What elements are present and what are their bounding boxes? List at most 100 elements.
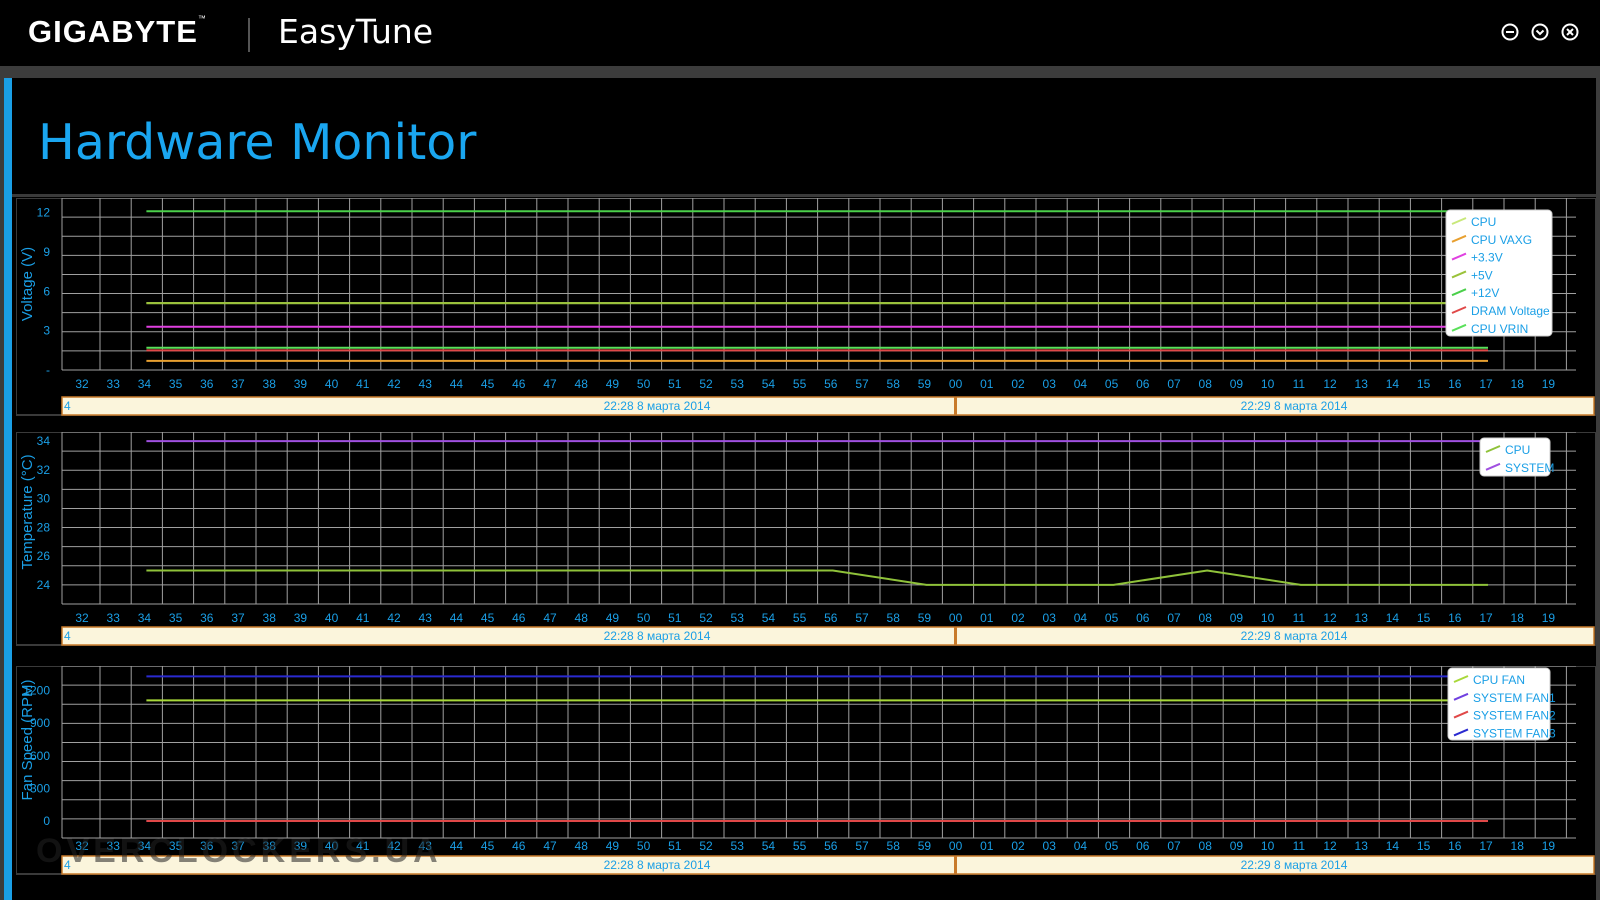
legend-label: SYSTEM FAN2 <box>1473 709 1556 723</box>
x-tick-label: 19 <box>1542 377 1556 391</box>
x-tick-label: 14 <box>1386 839 1400 853</box>
legend-label: CPU FAN <box>1473 673 1525 687</box>
x-tick-label: 14 <box>1386 377 1400 391</box>
x-tick-label: 10 <box>1261 839 1275 853</box>
x-tick-label: 01 <box>980 839 994 853</box>
x-tick-label: 04 <box>1074 839 1088 853</box>
temperature-chart: Temperature (°C)343230282624CPUSYSTEM32 3… <box>16 432 1596 646</box>
timeline-label: 22:28 8 марта 2014 <box>604 399 711 413</box>
legend: CPU SYSTEM <box>1479 437 1554 477</box>
x-tick-label: 49 <box>606 611 620 625</box>
y-axis-label: Voltage (V) <box>19 247 36 321</box>
x-tick-label: 50 <box>637 839 651 853</box>
collapse-icon[interactable] <box>1530 22 1550 42</box>
x-tick-label: 08 <box>1199 377 1213 391</box>
y-axis-label: Temperature (°C) <box>19 454 36 569</box>
x-tick-label: 03 <box>1043 611 1057 625</box>
x-tick-label: 13 <box>1355 377 1369 391</box>
legend-label: +12V <box>1471 286 1499 300</box>
x-tick-label: 32 <box>75 377 89 391</box>
timeline-bar: 4 22:28 8 марта 2014 22:29 8 марта 2014 <box>61 626 1595 646</box>
accent-stripe <box>4 78 12 900</box>
x-tick-label: 58 <box>887 377 901 391</box>
x-tick-label: 15 <box>1417 839 1431 853</box>
window-frame-right <box>1596 66 1600 900</box>
x-tick-label: 11 <box>1293 611 1306 625</box>
timeline-label: 22:28 8 марта 2014 <box>604 858 711 872</box>
x-tick-label: 46 <box>512 839 526 853</box>
timeline-bar-bg <box>61 626 1595 646</box>
x-tick-label: 19 <box>1542 839 1556 853</box>
x-tick-label: 12 <box>1323 611 1337 625</box>
y-tick-label: 34 <box>37 434 51 448</box>
x-tick-label: 33 <box>107 377 121 391</box>
x-tick-label: 54 <box>762 611 776 625</box>
close-icon[interactable] <box>1560 22 1580 42</box>
x-tick-label: 36 <box>200 377 214 391</box>
x-tick-label: 05 <box>1105 611 1119 625</box>
x-tick-label: 40 <box>325 611 339 625</box>
x-tick-label: 57 <box>855 377 869 391</box>
y-tick-label: - <box>46 363 50 377</box>
legend: CPU CPU VAXG +3.3V +5V +12V DRAM Voltage CPU V… <box>1445 209 1553 337</box>
watermark: OVERCLOCKERS.UA <box>36 832 442 870</box>
legend-label: SYSTEM FAN1 <box>1473 691 1556 705</box>
x-tick-label: 17 <box>1479 611 1493 625</box>
x-tick-label: 04 <box>1074 611 1088 625</box>
x-tick-label: 47 <box>543 611 557 625</box>
x-tick-label: 05 <box>1105 839 1119 853</box>
app-name: EasyTune <box>278 12 434 51</box>
x-tick-label: 59 <box>918 839 932 853</box>
x-tick-label: 55 <box>793 611 807 625</box>
y-tick-label: 24 <box>37 578 51 592</box>
x-tick-label: 13 <box>1355 839 1369 853</box>
x-tick-label: 35 <box>169 611 183 625</box>
y-tick-label: 3 <box>43 324 50 338</box>
timeline-divider <box>954 397 957 415</box>
x-tick-label: 56 <box>824 377 838 391</box>
x-tick-label: 45 <box>481 839 495 853</box>
legend-label: CPU <box>1471 215 1496 229</box>
legend-label: +5V <box>1471 268 1493 282</box>
x-tick-label: 00 <box>949 839 963 853</box>
x-tick-label: 18 <box>1511 611 1525 625</box>
x-tick-label: 44 <box>450 611 464 625</box>
x-tick-label: 04 <box>1074 377 1088 391</box>
x-tick-label: 46 <box>512 377 526 391</box>
y-tick-label: 30 <box>37 492 51 506</box>
y-tick-label: 26 <box>37 549 51 563</box>
x-tick-label: 55 <box>793 377 807 391</box>
legend-label: CPU VRIN <box>1471 322 1528 336</box>
minimize-icon[interactable] <box>1500 22 1520 42</box>
y-tick-label: 900 <box>30 716 50 730</box>
timeline-label: 22:29 8 марта 2014 <box>1241 858 1348 872</box>
x-tick-label: 38 <box>263 611 277 625</box>
x-tick-label: 09 <box>1230 839 1244 853</box>
timeline-label: 22:29 8 марта 2014 <box>1241 399 1348 413</box>
x-tick-label: 38 <box>263 377 277 391</box>
x-tick-label: 18 <box>1511 839 1525 853</box>
legend-label: SYSTEM FAN3 <box>1473 726 1556 740</box>
x-tick-label: 40 <box>325 377 339 391</box>
x-tick-label: 43 <box>419 377 433 391</box>
x-tick-label: 57 <box>855 611 869 625</box>
x-tick-label: 10 <box>1261 611 1275 625</box>
header-divider <box>12 194 1596 197</box>
x-tick-label: 48 <box>575 839 589 853</box>
x-tick-label: 11 <box>1293 839 1306 853</box>
x-tick-label: 53 <box>731 611 745 625</box>
x-tick-label: 49 <box>606 377 620 391</box>
x-tick-label: 57 <box>855 839 869 853</box>
x-tick-label: 03 <box>1043 377 1057 391</box>
y-tick-label: 32 <box>37 463 51 477</box>
grid <box>61 432 1576 605</box>
y-tick-label: 12 <box>37 206 51 220</box>
legend-label: SYSTEM <box>1505 461 1554 475</box>
x-tick-label: 37 <box>231 611 245 625</box>
x-tick-label: 34 <box>138 377 152 391</box>
x-tick-label: 06 <box>1136 611 1150 625</box>
x-tick-label: 52 <box>699 839 713 853</box>
timeline-bar-bg <box>61 396 1595 416</box>
x-tick-label: 34 <box>138 611 152 625</box>
x-tick-label: 53 <box>731 377 745 391</box>
